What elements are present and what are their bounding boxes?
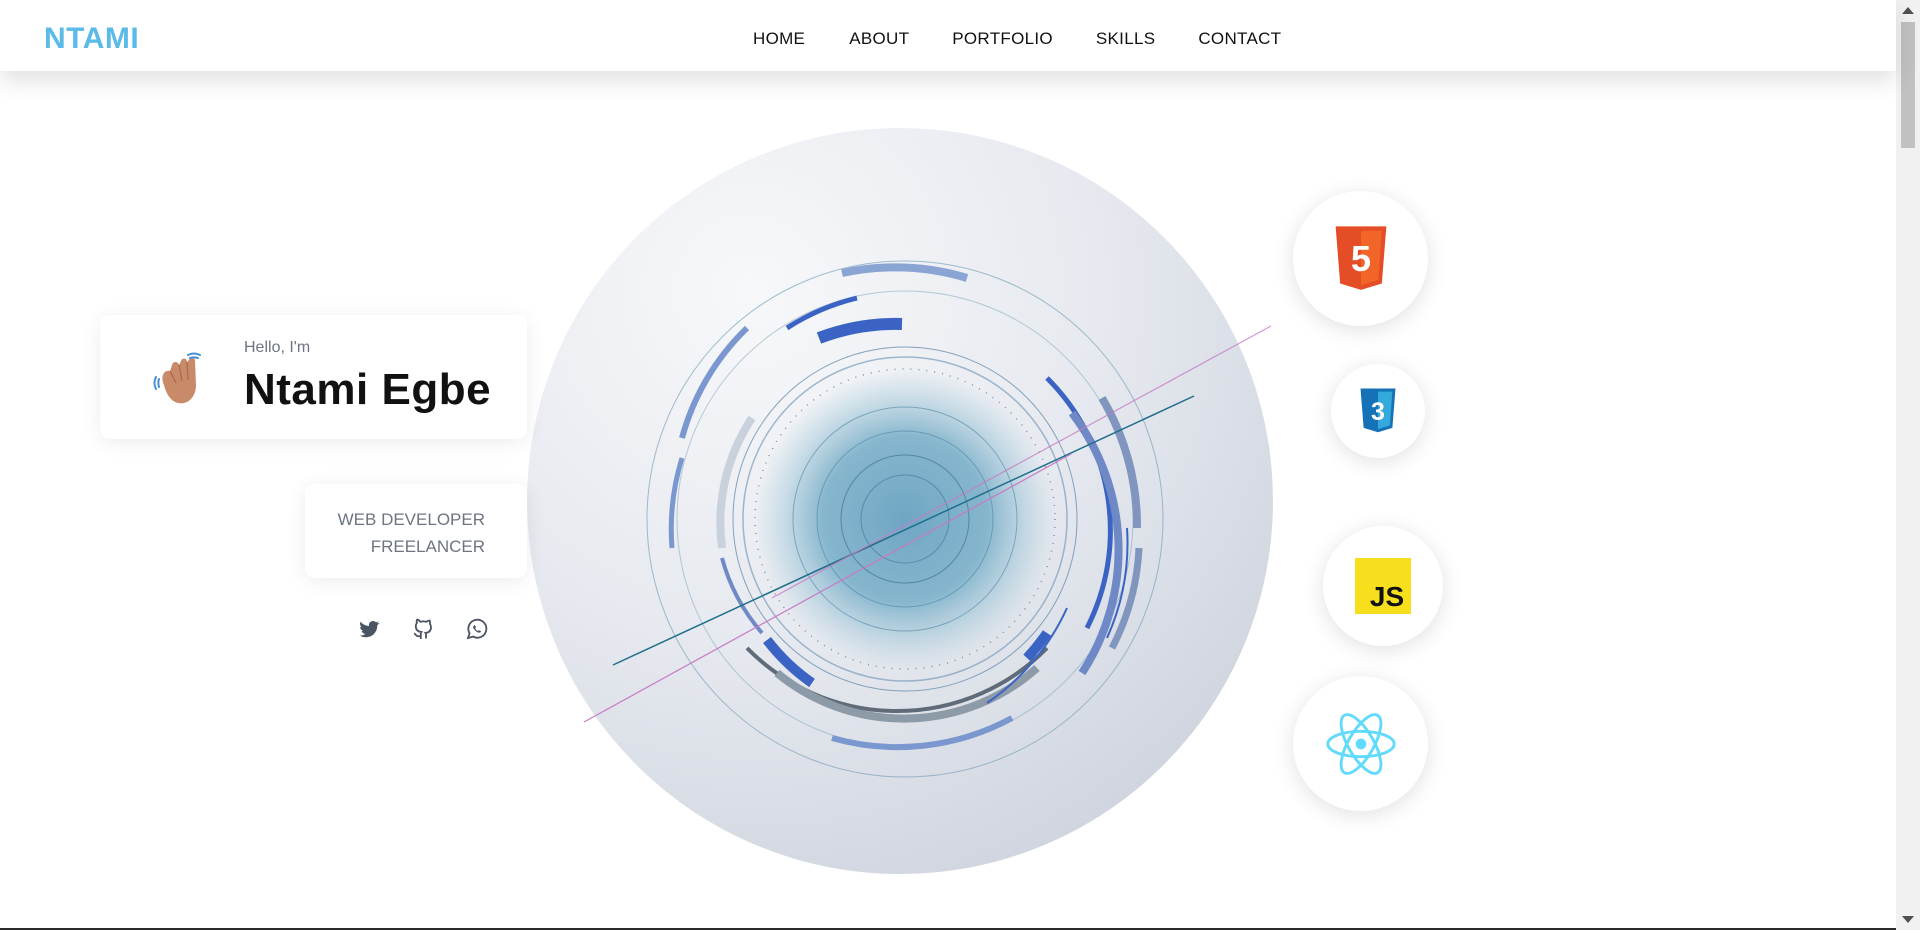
greeting-text: Hello, I'm — [244, 339, 311, 356]
github-icon[interactable] — [411, 617, 435, 641]
skill-react — [1293, 676, 1428, 811]
javascript-label: JS — [1370, 581, 1404, 612]
waving-hand-icon — [153, 352, 201, 404]
nav-portfolio[interactable]: PORTFOLIO — [952, 29, 1053, 49]
javascript-icon: JS — [1355, 558, 1411, 614]
main-nav: HOME ABOUT PORTFOLIO SKILLS CONTACT — [753, 29, 1281, 49]
page-scrollbar[interactable] — [1896, 0, 1920, 930]
name-heading: Ntami Egbe — [244, 365, 492, 414]
role-web-developer: WEB DEVELOPER — [337, 510, 485, 529]
skill-javascript: JS — [1323, 526, 1443, 646]
page: NTAMI HOME ABOUT PORTFOLIO SKILLS CONTAC… — [0, 0, 1920, 930]
role-card: WEB DEVELOPER FREELANCER — [305, 484, 527, 578]
scroll-up-arrow-icon[interactable] — [1902, 7, 1914, 14]
nav-about[interactable]: ABOUT — [849, 29, 909, 49]
nav-contact[interactable]: CONTACT — [1198, 29, 1281, 49]
skill-html5: 5 — [1293, 191, 1428, 326]
html5-label: 5 — [1350, 237, 1370, 278]
intro-card: Hello, I'm Ntami Egbe — [100, 315, 527, 439]
hud-graphic — [583, 260, 1272, 778]
scroll-down-arrow-icon[interactable] — [1902, 916, 1914, 923]
css3-icon: 3 — [1360, 388, 1396, 433]
social-links — [357, 617, 489, 641]
scrollbar-thumb[interactable] — [1901, 22, 1915, 148]
skill-css3: 3 — [1331, 364, 1425, 458]
nav-home[interactable]: HOME — [753, 29, 805, 49]
role-freelancer: FREELANCER — [370, 537, 485, 556]
twitter-icon[interactable] — [357, 617, 381, 641]
react-icon — [1325, 712, 1396, 775]
nav-skills[interactable]: SKILLS — [1096, 29, 1155, 49]
site-header: NTAMI HOME ABOUT PORTFOLIO SKILLS CONTAC… — [0, 0, 1896, 71]
logo[interactable]: NTAMI — [44, 22, 139, 56]
css3-label: 3 — [1371, 398, 1385, 426]
html5-icon: 5 — [1335, 225, 1386, 290]
whatsapp-icon[interactable] — [465, 617, 489, 641]
